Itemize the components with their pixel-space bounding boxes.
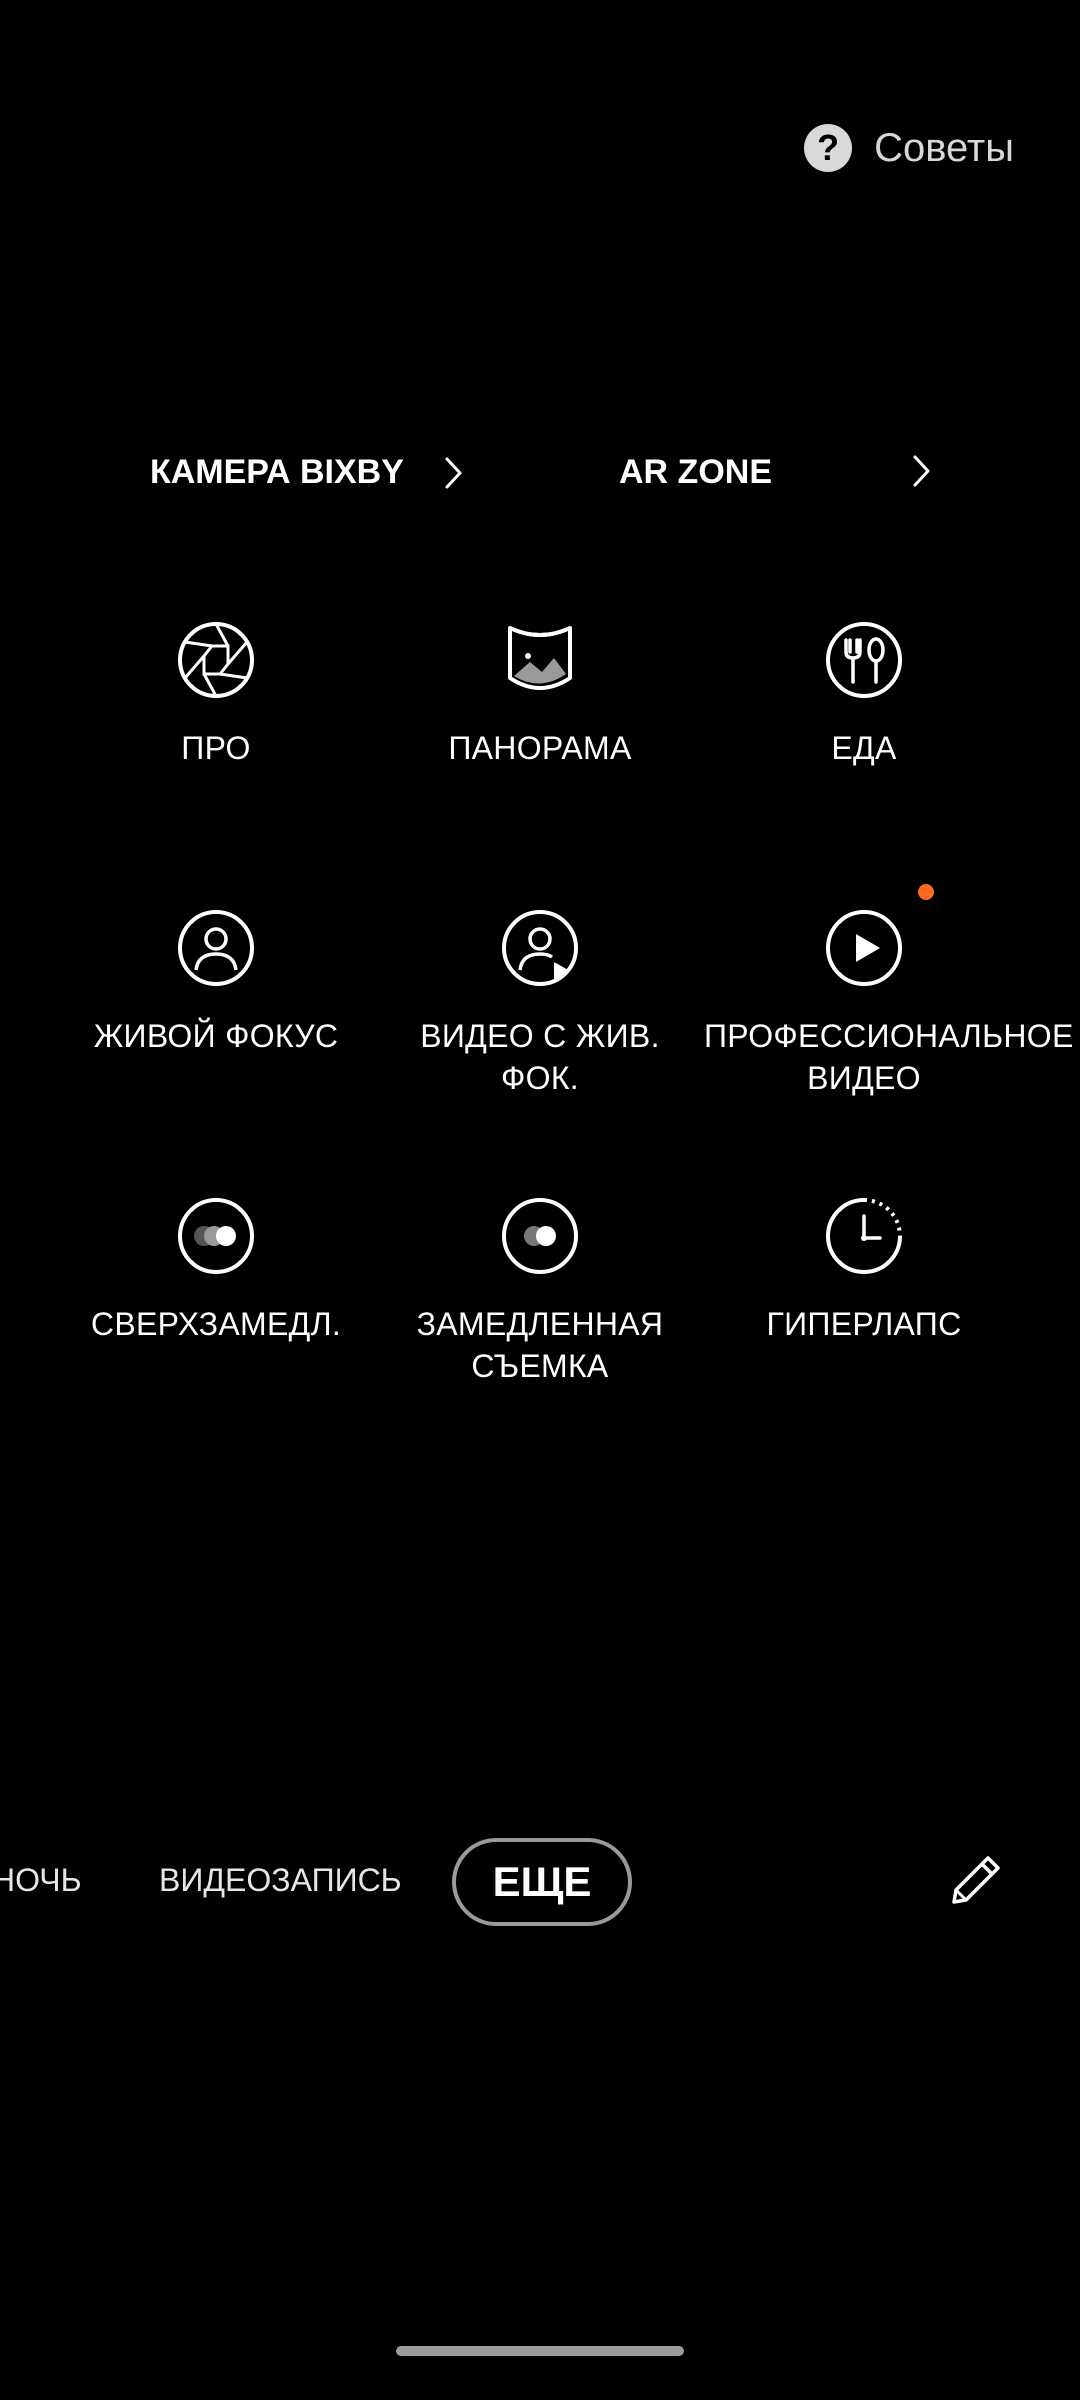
mode-pro[interactable]: ПРО [56,620,376,769]
bixby-camera-label: КАМЕРА BIXBY [150,453,404,491]
aperture-icon [178,622,254,698]
ar-zone-label: AR ZONE [619,453,772,491]
tab-video[interactable]: ВИДЕОЗАПИСЬ [159,1862,402,1899]
tips-button[interactable]: ? Советы [804,124,1014,172]
mode-label: ПРОФЕССИОНАЛЬНОЕ ВИДЕО [704,1018,1074,1096]
tab-night[interactable]: НОЧЬ [0,1862,82,1899]
tips-label: Советы [874,125,1014,170]
mode-tabs: НОЧЬ ВИДЕОЗАПИСЬ ЕЩЕ [0,1838,1080,1926]
panorama-icon [508,626,572,690]
mode-label: ЗАМЕДЛЕННАЯ СЪЕМКА [416,1306,664,1384]
mode-label: СВЕРХЗАМЕДЛ. [90,1306,342,1342]
mode-label: ПАНОРАМА [448,730,632,766]
mode-food[interactable]: ЕДА [704,620,1024,769]
new-badge [918,884,934,900]
hyperlapse-icon [826,1198,902,1274]
bixby-camera-link[interactable]: КАМЕРА BIXBY [150,453,404,492]
mode-pro-video[interactable]: ПРОФЕССИОНАЛЬНОЕ ВИДЕО [704,884,1074,1099]
question-circle-icon: ? [804,124,853,172]
feature-links: КАМЕРА BIXBY AR ZONE [0,445,1080,505]
ar-zone-link[interactable]: AR ZONE [619,453,772,492]
pencil-icon[interactable] [944,1848,1008,1912]
mode-label: ВИДЕО С ЖИВ. ФОК. [420,1018,660,1096]
mode-live-focus[interactable]: ЖИВОЙ ФОКУС [56,908,376,1057]
tab-more[interactable]: ЕЩЕ [452,1838,632,1926]
super-slow-mo-icon [178,1198,254,1274]
mode-label: ПРО [181,730,251,766]
mode-hyperlapse[interactable]: ГИПЕРЛАПС [704,1196,1024,1345]
mode-label: ЕДА [831,730,897,766]
play-icon [826,910,902,986]
mode-panorama[interactable]: ПАНОРАМА [380,620,700,769]
mode-slow-mo[interactable]: ЗАМЕДЛЕННАЯ СЪЕМКА [380,1196,700,1387]
mode-label: ЖИВОЙ ФОКУС [93,1018,339,1054]
slow-mo-icon [502,1198,578,1274]
home-indicator[interactable] [396,2346,684,2356]
food-icon [826,622,902,698]
mode-label: ГИПЕРЛАПС [766,1306,962,1342]
portrait-icon [178,910,254,986]
chevron-right-icon [913,455,930,487]
portrait-video-icon [502,910,578,986]
mode-live-focus-video[interactable]: ВИДЕО С ЖИВ. ФОК. [380,908,700,1099]
chevron-right-icon [445,457,462,489]
mode-super-slow-mo[interactable]: СВЕРХЗАМЕДЛ. [56,1196,376,1345]
